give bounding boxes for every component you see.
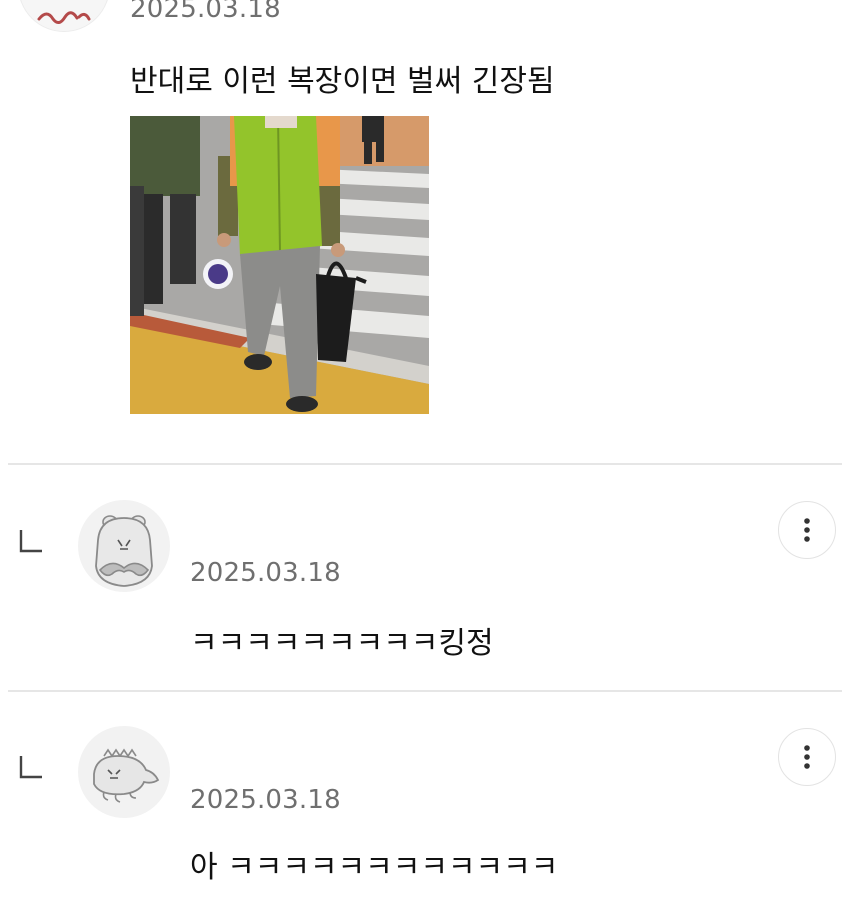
street-photo-image [130, 116, 429, 414]
reply-divider [8, 690, 842, 692]
reply-date: 2025.03.18 [190, 558, 341, 588]
more-vertical-icon [804, 518, 810, 542]
comment-date: 2025.03.18 [130, 0, 281, 24]
reply-indicator-icon [18, 754, 44, 782]
reply-indicator-icon [18, 528, 44, 556]
reply-avatar[interactable] [78, 726, 170, 818]
comment-photo[interactable] [130, 116, 429, 414]
avatar-doodle-icon [37, 11, 91, 24]
reply-date: 2025.03.18 [190, 785, 341, 815]
comment-text: 반대로 이런 복장이면 벌써 긴장됨 [130, 64, 555, 99]
reply-text: 아 ㅋㅋㅋㅋㅋㅋㅋㅋㅋㅋㅋㅋ [190, 850, 559, 885]
reply-more-button[interactable] [778, 728, 836, 786]
commenter-avatar[interactable] [18, 0, 110, 32]
lizard-avatar-icon [93, 748, 160, 803]
comment-divider [8, 463, 842, 465]
reply-text: ㅋㅋㅋㅋㅋㅋㅋㅋㅋ킹정 [190, 626, 494, 661]
more-vertical-icon [804, 745, 810, 769]
reply-more-button[interactable] [778, 501, 836, 559]
hamster-mustache-avatar-icon [95, 515, 153, 587]
reply-avatar[interactable] [78, 500, 170, 592]
